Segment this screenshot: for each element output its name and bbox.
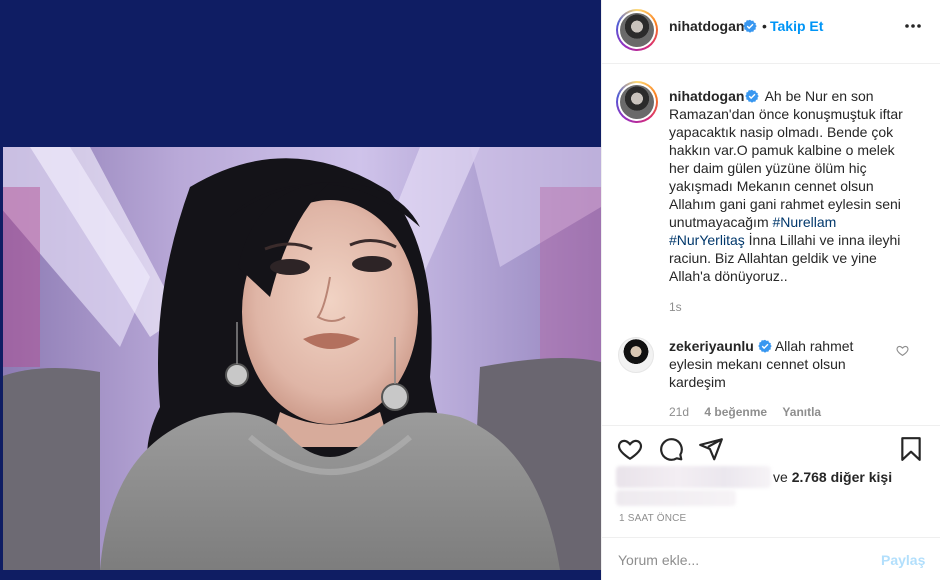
bookmark-icon[interactable]: [898, 436, 924, 462]
hashtag-link[interactable]: #Nurellam: [773, 214, 837, 230]
post-time[interactable]: 1 SAAT ÖNCE: [619, 513, 686, 524]
caption-time[interactable]: 1s: [669, 300, 682, 314]
follow-button[interactable]: Takip Et: [770, 18, 823, 34]
likes-text: ve 2.768 diğer kişi: [773, 469, 893, 485]
add-comment-bar: Paylaş: [602, 537, 940, 580]
caption-username[interactable]: nihatdogan: [669, 88, 744, 104]
commenter-username[interactable]: zekeriyaunlu: [669, 338, 754, 354]
comment-meta: 21d 4 beğenme Yanıtla: [669, 405, 833, 419]
liker-avatars: [616, 466, 771, 488]
comment-like-heart-icon[interactable]: [896, 344, 909, 357]
caption-text: nihatdogan Ah be Nur en son Ramazan'dan …: [669, 87, 914, 285]
caption-body: Ah be Nur en son Ramazan'dan önce konuşm…: [669, 88, 903, 230]
caption-avatar[interactable]: [616, 81, 658, 123]
author-username[interactable]: nihatdogan: [669, 18, 744, 34]
verified-icon: [743, 19, 757, 33]
author-avatar[interactable]: [616, 9, 658, 51]
post-side-panel: nihatdogan • Takip Et nihatdogan Ah be N…: [601, 0, 940, 580]
media-bottom-band: [0, 570, 601, 580]
verified-icon: [745, 89, 760, 103]
header-separator: •: [762, 18, 767, 34]
share-icon[interactable]: [698, 436, 724, 462]
likes-summary[interactable]: ve 2.768 diğer kişi: [616, 466, 936, 506]
heart-icon[interactable]: [617, 436, 643, 462]
comment-input[interactable]: [618, 550, 858, 570]
reply-button[interactable]: Yanıtla: [782, 405, 821, 419]
comment-time[interactable]: 21d: [669, 405, 689, 419]
instagram-post: nihatdogan • Takip Et nihatdogan Ah be N…: [0, 0, 940, 580]
post-comment-button[interactable]: Paylaş: [881, 552, 925, 568]
media-top-band: [0, 0, 601, 147]
post-photo: [0, 147, 601, 570]
hashtag-link[interactable]: #NurYerlitaş: [669, 232, 745, 248]
liker-names: [616, 490, 736, 506]
more-icon[interactable]: [903, 16, 923, 36]
commenter-avatar[interactable]: [618, 337, 654, 373]
verified-icon: [758, 339, 772, 353]
post-header: nihatdogan • Takip Et: [602, 0, 940, 64]
likes-count[interactable]: 2.768 diğer kişi: [792, 469, 892, 485]
post-media[interactable]: [0, 0, 601, 580]
comment-icon[interactable]: [658, 436, 684, 462]
comment-likes[interactable]: 4 beğenme: [704, 405, 767, 419]
media-left-strip: [0, 147, 3, 570]
comment-text: zekeriyaunlu Allah rahmet eylesin mekanı…: [669, 337, 884, 391]
action-bar: [602, 425, 940, 471]
comments-area[interactable]: nihatdogan Ah be Nur en son Ramazan'dan …: [602, 65, 940, 425]
